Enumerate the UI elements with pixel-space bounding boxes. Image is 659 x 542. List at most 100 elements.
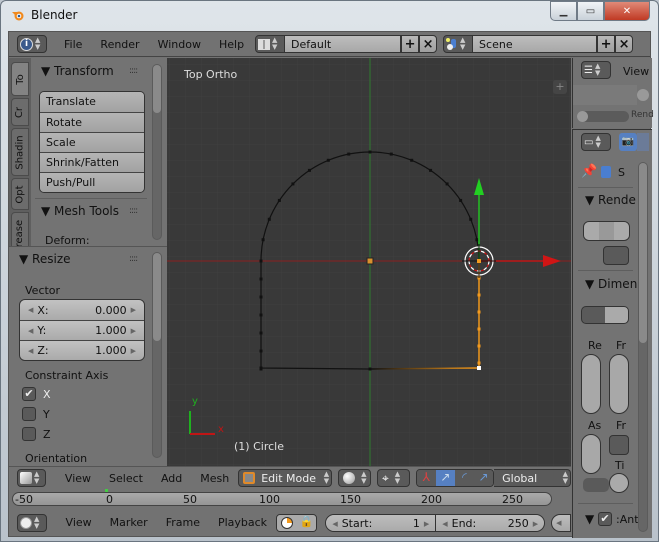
close-button[interactable]: ✕ xyxy=(604,1,650,21)
vector-y-field[interactable]: ◀ Y: 1.000 ▶ xyxy=(20,320,144,340)
rotate-manipulator-icon[interactable]: ◜ xyxy=(454,470,475,486)
resolution-fields[interactable] xyxy=(581,354,601,414)
manipulator-axes-icon[interactable]: ⅄ xyxy=(416,470,436,486)
menu-render[interactable]: Render xyxy=(91,38,148,51)
properties-toggle-button[interactable]: + xyxy=(553,80,567,94)
properties-scrollbar[interactable] xyxy=(638,162,648,532)
scene-selector[interactable]: ▲ ▼ xyxy=(443,35,474,53)
current-frame-marker[interactable] xyxy=(105,489,108,492)
mesh-vertex[interactable] xyxy=(259,313,263,317)
minimize-button[interactable]: ▁ xyxy=(550,1,577,21)
timeline-scrollbar[interactable]: -50 0 50 100 150 200 250 xyxy=(12,492,552,506)
screen-layout-name[interactable]: Default xyxy=(285,35,402,53)
pin-icon[interactable]: 📌 xyxy=(581,164,597,179)
mesh-vertex[interactable] xyxy=(368,150,372,154)
auto-keying-toggle[interactable]: 🔒 xyxy=(276,513,318,532)
drag-grip-icon[interactable]: :::: xyxy=(129,206,138,216)
push-pull-button[interactable]: Push/Pull xyxy=(40,172,144,192)
mesh-vertex[interactable] xyxy=(267,217,271,221)
outliner-scrollbar[interactable] xyxy=(577,111,629,122)
vector-z-field[interactable]: ◀ Z: 1.000 ▶ xyxy=(20,340,144,360)
scale-manipulator-icon[interactable]: ↗ xyxy=(474,470,494,486)
menu-marker[interactable]: Marker xyxy=(101,516,157,529)
shading-selector[interactable]: ▲ ▼ xyxy=(338,469,371,487)
mesh-vertex[interactable] xyxy=(477,361,481,365)
screen-layout-selector[interactable]: ▲ ▼ xyxy=(255,35,286,53)
editor-type-selector[interactable]: ▲ ▼ xyxy=(17,513,47,532)
scale-button[interactable]: Scale xyxy=(40,132,144,152)
mesh-vertex[interactable] xyxy=(410,158,414,162)
menu-view[interactable]: View xyxy=(56,472,100,485)
start-frame-field[interactable]: ◀ Start: 1 ▶ xyxy=(326,514,437,531)
3d-viewport[interactable]: Top Ortho y x (1) Circle + xyxy=(167,58,571,466)
border-toggles[interactable] xyxy=(583,478,609,492)
mesh-vertex[interactable] xyxy=(477,344,481,348)
mesh-vertex[interactable] xyxy=(477,293,481,297)
lock-icon[interactable]: 🔒 xyxy=(296,514,317,531)
menu-add[interactable]: Add xyxy=(152,472,191,485)
mesh-vertex[interactable] xyxy=(291,182,295,186)
remove-scene-button[interactable]: × xyxy=(615,35,634,53)
mesh-vertex[interactable] xyxy=(277,198,281,202)
mesh-vertex[interactable] xyxy=(389,152,393,156)
mode-selector[interactable]: Edit Mode ▲ ▼ xyxy=(238,469,333,487)
menu-window[interactable]: Window xyxy=(149,38,210,51)
mesh-vertex[interactable] xyxy=(326,158,330,162)
display-selector[interactable] xyxy=(603,246,629,265)
mesh-vertex[interactable] xyxy=(259,277,263,281)
editor-type-selector[interactable]: ▭ ▲ ▼ xyxy=(581,133,611,151)
aspect-fields[interactable] xyxy=(581,434,601,474)
anti-aliasing-panel-title[interactable]: ▼ xyxy=(585,512,594,526)
render-animation-icon[interactable] xyxy=(599,222,614,240)
mesh-vertex[interactable] xyxy=(477,310,481,314)
mesh-vertex[interactable] xyxy=(259,366,263,370)
render-panel-title[interactable]: ▼ Rende xyxy=(585,193,636,207)
tab-create[interactable]: Cr xyxy=(11,98,29,126)
mesh-vertex[interactable] xyxy=(429,168,433,172)
outliner-view-menu[interactable]: View xyxy=(623,65,649,78)
mesh-vertex[interactable] xyxy=(347,152,351,156)
tab-options[interactable]: Opt xyxy=(11,178,29,210)
manipulator-toggle[interactable]: ⅄ ↗ ◜ ↗ xyxy=(415,469,495,487)
anti-aliasing-checkbox[interactable]: ✔ xyxy=(598,512,612,526)
translate-button[interactable]: Translate xyxy=(40,92,144,112)
time-remap-field[interactable] xyxy=(609,473,629,493)
drag-grip-icon[interactable]: :::: xyxy=(129,66,138,76)
editor-type-selector[interactable]: ▲ ▼ xyxy=(17,469,46,487)
dimensions-panel-title[interactable]: ▼ Dimen xyxy=(585,277,637,291)
drag-grip-icon[interactable]: :::: xyxy=(129,254,138,264)
constraint-z-checkbox[interactable] xyxy=(22,427,36,441)
timeline-ruler[interactable]: -50 0 50 100 150 200 250 xyxy=(9,489,571,509)
audio-icon[interactable] xyxy=(614,222,629,240)
menu-playback[interactable]: Playback xyxy=(209,516,276,529)
constraint-y-checkbox[interactable] xyxy=(22,407,36,421)
pivot-selector[interactable]: ⌖ ▲ ▼ xyxy=(376,469,410,487)
transform-orientation-selector[interactable]: Global ▲ ▼ xyxy=(494,469,571,487)
add-screen-button[interactable]: + xyxy=(401,35,420,53)
editor-type-selector[interactable]: ☰ ▲ ▼ xyxy=(581,61,611,79)
timer-icon[interactable] xyxy=(277,514,297,531)
maximize-button[interactable]: ▭ xyxy=(577,1,604,21)
add-scene-button[interactable]: + xyxy=(597,35,616,53)
scene-name[interactable]: Scene xyxy=(473,35,598,53)
mesh-vertex[interactable] xyxy=(259,295,263,299)
menu-mesh[interactable]: Mesh xyxy=(191,472,238,485)
outliner-visibility-icon[interactable] xyxy=(637,89,649,101)
mesh-vertex[interactable] xyxy=(259,259,263,263)
editor-type-selector[interactable]: i ▲ ▼ xyxy=(17,35,47,53)
transform-panel-title[interactable]: ▼ Transform xyxy=(41,64,114,78)
mesh-vertex[interactable] xyxy=(259,331,263,335)
shrink-fatten-button[interactable]: Shrink/Fatten xyxy=(40,152,144,172)
resize-panel-title[interactable]: ▼ Resize xyxy=(19,252,71,266)
render-context-tab[interactable]: 📷 xyxy=(619,133,637,151)
operator-scrollbar[interactable] xyxy=(152,252,162,458)
tab-tools[interactable]: To xyxy=(11,62,29,96)
remove-screen-button[interactable]: × xyxy=(419,35,438,53)
menu-file[interactable]: File xyxy=(55,38,91,51)
mesh-vertex[interactable] xyxy=(469,217,473,221)
mesh-vertex[interactable] xyxy=(459,198,463,202)
constraint-x-checkbox[interactable]: ✔ xyxy=(22,387,36,401)
menu-frame[interactable]: Frame xyxy=(157,516,209,529)
rotate-button[interactable]: Rotate xyxy=(40,112,144,132)
mesh-vertex[interactable] xyxy=(477,327,481,331)
